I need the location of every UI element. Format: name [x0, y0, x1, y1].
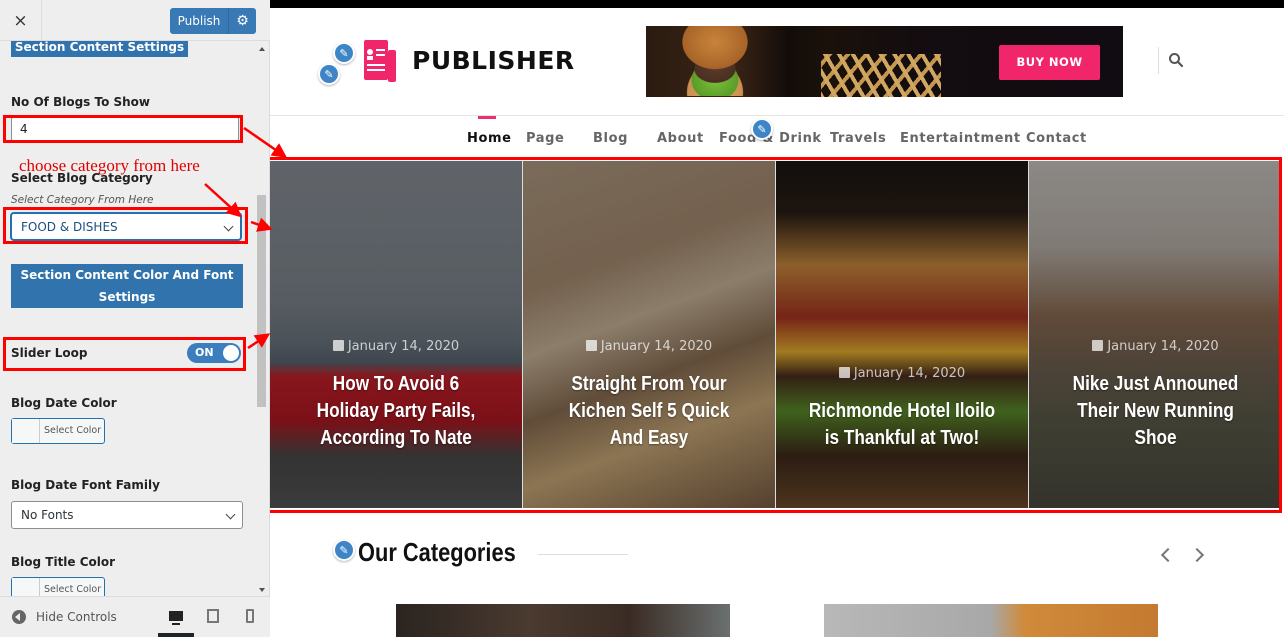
active-device-indicator	[158, 633, 194, 637]
nav-item-page[interactable]: Page	[526, 131, 564, 146]
blog-title-color-label: Blog Title Color	[11, 555, 116, 569]
blog-title-color-picker[interactable]: Select Color	[11, 577, 105, 596]
publish-button-group: Publish ⚙	[170, 8, 256, 34]
blog-date-color-picker[interactable]: Select Color	[11, 418, 105, 444]
customizer-sidebar: × Publish ⚙ Section Content Settings No …	[0, 0, 270, 637]
color-swatch	[12, 578, 40, 596]
top-bar	[270, 0, 1284, 8]
blog-date-font-label: Blog Date Font Family	[11, 478, 160, 492]
section-content-settings-button[interactable]: Section Content Settings	[11, 41, 188, 57]
categories-prev-arrow-icon[interactable]	[1160, 547, 1176, 563]
scrollbar-thumb[interactable]	[257, 195, 266, 407]
blogs-to-show-label: No Of Blogs To Show	[11, 95, 151, 109]
scroll-up-arrow-icon[interactable]	[259, 47, 265, 51]
nav-item-contact[interactable]: Contact	[1026, 131, 1087, 146]
buy-now-button[interactable]: BUY NOW	[999, 45, 1100, 80]
select-color-text: Select Color	[44, 425, 102, 436]
annotation-box-slider-loop	[3, 337, 246, 371]
fries-image	[821, 54, 941, 97]
preview-tablet-button[interactable]	[203, 607, 223, 625]
nav-item-entertainment[interactable]: Entertaintment	[900, 131, 1021, 146]
customizer-header: × Publish ⚙	[0, 0, 270, 41]
mobile-icon	[246, 609, 254, 623]
edit-pencil-icon[interactable]: ✎	[751, 118, 773, 140]
close-customizer-button[interactable]: ×	[0, 0, 42, 41]
preview-mobile-button[interactable]	[240, 607, 260, 625]
hide-controls-label: Hide Controls	[36, 610, 117, 624]
hide-controls-button[interactable]: Hide Controls	[12, 610, 117, 624]
blog-date-font-select[interactable]: No Fonts	[11, 501, 243, 529]
scroll-down-arrow-icon[interactable]	[259, 588, 265, 592]
categories-next-arrow-icon[interactable]	[1189, 547, 1205, 563]
search-icon[interactable]	[1168, 52, 1184, 68]
desktop-icon	[169, 611, 183, 625]
customizer-footer: Hide Controls	[0, 596, 270, 637]
chevron-down-icon	[225, 509, 236, 520]
nav-item-blog[interactable]: Blog	[593, 131, 628, 146]
edit-pencil-icon[interactable]: ✎	[318, 63, 340, 85]
nav-item-travels[interactable]: Travels	[830, 131, 886, 146]
blog-category-description: Select Category From Here	[11, 194, 154, 206]
annotation-box-category	[3, 207, 248, 244]
main-navigation: Home Page Blog About Food & Drink Travel…	[270, 115, 1284, 158]
close-icon: ×	[13, 10, 28, 31]
annotation-text: choose category from here	[19, 156, 200, 175]
collapse-arrow-icon	[12, 610, 26, 624]
annotation-box-slider	[270, 157, 1282, 513]
annotation-box-blogs-count	[3, 115, 243, 143]
blog-date-color-label: Blog Date Color	[11, 396, 117, 410]
ad-banner[interactable]: BUY NOW	[646, 26, 1123, 97]
section-color-font-settings-line2: Settings	[98, 290, 156, 304]
edit-pencil-icon[interactable]: ✎	[333, 539, 355, 561]
site-preview: PUBLISHER ✎ ✎ BUY NOW Home Page Blog Abo…	[270, 0, 1284, 637]
publish-settings-gear-icon[interactable]: ⚙	[228, 8, 256, 34]
active-nav-indicator	[478, 116, 496, 119]
blog-date-font-selected: No Fonts	[21, 508, 74, 522]
tablet-icon	[207, 609, 219, 623]
category-card-image[interactable]	[396, 604, 730, 637]
categories-heading: Our Categories	[358, 537, 516, 567]
section-color-font-settings-line1: Section Content Color And Font	[20, 268, 234, 282]
preview-desktop-button[interactable]	[166, 607, 186, 625]
nav-item-about[interactable]: About	[657, 131, 704, 146]
select-color-text: Select Color	[44, 584, 102, 595]
publish-button[interactable]: Publish	[170, 14, 228, 28]
color-swatch	[12, 419, 40, 443]
search-divider	[1158, 47, 1159, 74]
heading-underline	[538, 554, 628, 555]
category-card-image[interactable]	[824, 604, 1158, 637]
site-logo[interactable]: PUBLISHER	[358, 40, 578, 84]
nav-item-home[interactable]: Home	[467, 131, 512, 146]
section-color-font-settings-button[interactable]: Section Content Color And Font Settings	[11, 264, 243, 308]
newspaper-logo-icon	[364, 40, 396, 82]
burger-image	[650, 26, 780, 96]
site-name: PUBLISHER	[412, 46, 575, 75]
edit-pencil-icon[interactable]: ✎	[333, 42, 355, 64]
